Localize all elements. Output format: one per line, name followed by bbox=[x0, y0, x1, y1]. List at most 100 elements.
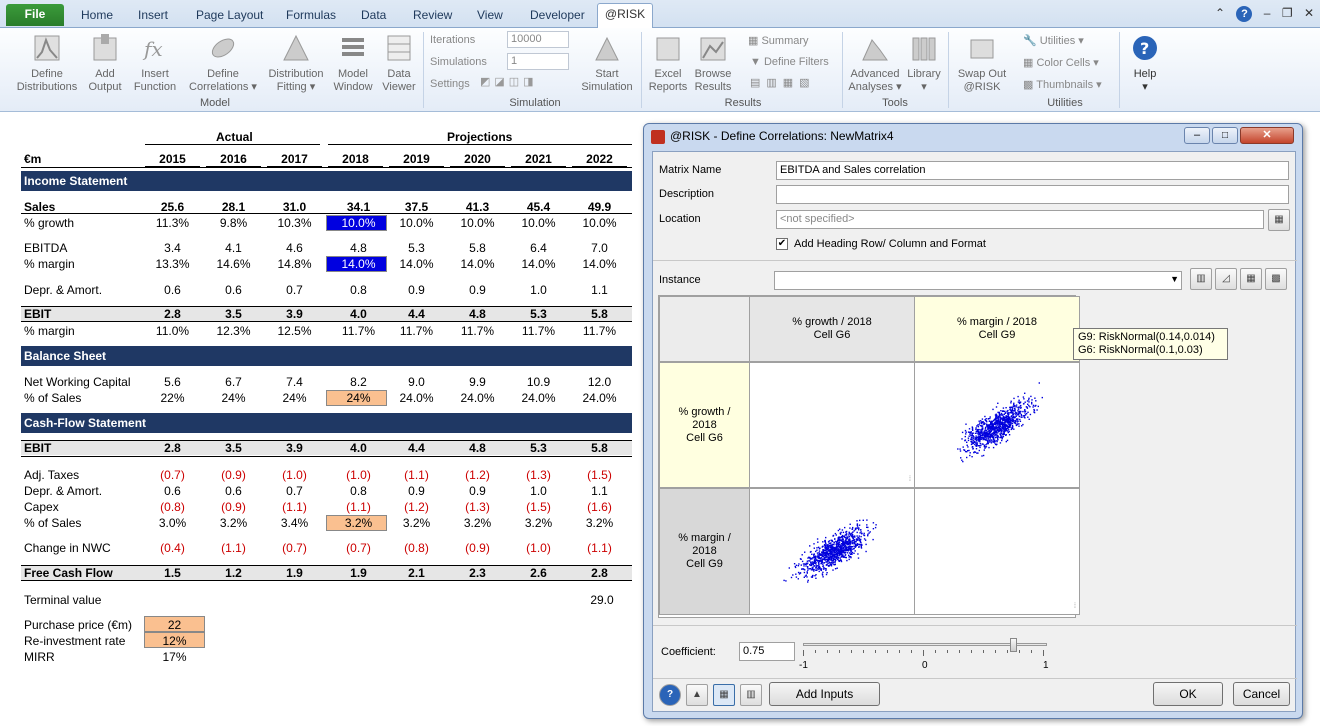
table-cell[interactable]: 5.3 bbox=[511, 441, 566, 455]
table-cell[interactable]: 14.8% bbox=[267, 257, 322, 271]
table-cell[interactable]: 24% bbox=[328, 391, 389, 405]
excel-reports-button[interactable]: Excel Reports bbox=[646, 32, 690, 94]
matrix-tool-icon-4[interactable]: ▩ bbox=[1265, 268, 1287, 290]
table-cell[interactable]: 1.9 bbox=[328, 566, 389, 580]
spreadsheet[interactable]: Actual Projections €m 2015 2016 2017 2018 20… bbox=[0, 113, 645, 726]
table-cell[interactable]: 37.5 bbox=[389, 200, 444, 214]
table-cell[interactable]: 4.4 bbox=[389, 441, 444, 455]
table-cell[interactable]: 10.0% bbox=[328, 216, 389, 230]
settings-icons[interactable]: ◩◪◫◨ bbox=[480, 75, 538, 88]
table-cell[interactable]: 2.6 bbox=[511, 566, 566, 580]
table-cell[interactable]: 0.7 bbox=[267, 283, 322, 297]
table-cell[interactable]: 2.3 bbox=[450, 566, 505, 580]
table-cell[interactable]: 3.5 bbox=[206, 307, 261, 321]
table-cell[interactable]: 5.6 bbox=[145, 375, 200, 389]
table-cell[interactable]: 11.7% bbox=[511, 324, 566, 338]
table-cell[interactable]: 3.2% bbox=[450, 516, 505, 530]
matrix-row-header-margin[interactable]: % margin /2018 Cell G9 bbox=[659, 488, 750, 615]
tab-file[interactable]: File bbox=[6, 4, 64, 26]
table-cell[interactable]: 5.8 bbox=[572, 441, 627, 455]
table-cell[interactable]: 0.6 bbox=[145, 283, 200, 297]
table-cell[interactable]: 6.4 bbox=[511, 241, 566, 255]
matrix-tool-icon-1[interactable]: ▥ bbox=[1190, 268, 1212, 290]
table-cell[interactable]: (0.7) bbox=[328, 541, 389, 555]
table-cell[interactable]: 14.0% bbox=[572, 257, 627, 271]
matrix-name-input[interactable]: EBITDA and Sales correlation bbox=[776, 161, 1289, 180]
table-cell[interactable]: 0.9 bbox=[389, 283, 444, 297]
table-cell[interactable]: 0.6 bbox=[206, 283, 261, 297]
table-cell[interactable]: 49.9 bbox=[572, 200, 627, 214]
table-cell[interactable]: (0.9) bbox=[450, 541, 505, 555]
table-cell[interactable]: 0.6 bbox=[206, 484, 261, 498]
matrix-cell-diagonal-2[interactable]: ⁞ bbox=[914, 488, 1080, 615]
close-icon[interactable]: ✕ bbox=[1304, 6, 1314, 20]
table-cell[interactable]: 2.8 bbox=[145, 307, 200, 321]
table-cell[interactable]: (0.8) bbox=[389, 541, 444, 555]
table-cell[interactable]: 4.4 bbox=[389, 307, 444, 321]
minimize-icon[interactable]: – bbox=[1264, 6, 1271, 20]
table-cell[interactable]: 5.8 bbox=[450, 241, 505, 255]
help-icon[interactable]: ? bbox=[659, 684, 681, 706]
color-cells-button[interactable]: ▦ Color Cells ▾ bbox=[1023, 56, 1099, 69]
table-cell[interactable]: 11.7% bbox=[389, 324, 444, 338]
define-filters-button[interactable]: ▼ Define Filters bbox=[750, 56, 829, 68]
table-cell[interactable]: 4.1 bbox=[206, 241, 261, 255]
graph-icon[interactable]: ▲ bbox=[686, 684, 708, 706]
tab-insert[interactable]: Insert bbox=[138, 5, 168, 27]
table-cell[interactable]: 25.6 bbox=[145, 200, 200, 214]
table-cell[interactable]: 10.0% bbox=[389, 216, 444, 230]
table-cell[interactable]: 2.1 bbox=[389, 566, 444, 580]
tab-review[interactable]: Review bbox=[413, 5, 452, 27]
table-cell[interactable]: 3.9 bbox=[267, 441, 322, 455]
define-correlations-button[interactable]: Define Correlations ▾ bbox=[186, 32, 260, 94]
table-cell[interactable]: (0.7) bbox=[145, 468, 200, 482]
browse-results-button[interactable]: Browse Results bbox=[691, 32, 735, 94]
table-cell[interactable]: 0.9 bbox=[389, 484, 444, 498]
tab-data[interactable]: Data bbox=[361, 5, 386, 27]
restore-icon[interactable]: ❐ bbox=[1282, 6, 1293, 20]
iterations-combo[interactable]: 10000 bbox=[507, 31, 569, 48]
table-cell[interactable]: 22% bbox=[145, 391, 200, 405]
table-cell[interactable]: 9.0 bbox=[389, 375, 444, 389]
table-cell[interactable]: 12.5% bbox=[267, 324, 322, 338]
table-cell[interactable]: (0.8) bbox=[145, 500, 200, 514]
table-cell[interactable]: 4.8 bbox=[450, 441, 505, 455]
table-cell[interactable]: 1.0 bbox=[511, 484, 566, 498]
table-cell[interactable]: 4.8 bbox=[450, 307, 505, 321]
help-icon[interactable]: ? bbox=[1236, 6, 1253, 22]
table-cell[interactable]: 6.7 bbox=[206, 375, 261, 389]
table-cell[interactable]: 3.4% bbox=[267, 516, 322, 530]
table-cell[interactable]: 1.9 bbox=[267, 566, 322, 580]
table-cell[interactable]: 0.6 bbox=[145, 484, 200, 498]
table-cell[interactable]: (1.5) bbox=[511, 500, 566, 514]
table-cell[interactable]: (1.3) bbox=[450, 500, 505, 514]
add-output-button[interactable]: Add Output bbox=[85, 32, 125, 94]
tab-formulas[interactable]: Formulas bbox=[286, 5, 336, 27]
table-cell[interactable]: 10.0% bbox=[511, 216, 566, 230]
utilities-button[interactable]: 🔧 Utilities ▾ bbox=[1023, 34, 1084, 47]
tab-page-layout[interactable]: Page Layout bbox=[196, 5, 263, 27]
table-cell[interactable]: 3.4 bbox=[145, 241, 200, 255]
table-cell[interactable]: 3.9 bbox=[267, 307, 322, 321]
table-cell[interactable]: 4.8 bbox=[328, 241, 389, 255]
slider-thumb[interactable] bbox=[1010, 638, 1017, 652]
table-cell[interactable]: 9.8% bbox=[206, 216, 261, 230]
start-simulation-button[interactable]: Start Simulation bbox=[578, 32, 636, 94]
matrix-tool-icon-3[interactable]: ▦ bbox=[1240, 268, 1262, 290]
table-cell[interactable]: 10.9 bbox=[511, 375, 566, 389]
define-distributions-button[interactable]: Define Distributions bbox=[12, 32, 82, 94]
add-heading-checkbox[interactable]: ✔ bbox=[776, 238, 788, 250]
table-cell[interactable]: 3.0% bbox=[145, 516, 200, 530]
table-cell[interactable]: (0.9) bbox=[206, 500, 261, 514]
matrix-col-header-growth[interactable]: % growth / 2018 Cell G6 bbox=[749, 296, 915, 362]
coefficient-input[interactable]: 0.75 bbox=[739, 642, 795, 661]
description-input[interactable] bbox=[776, 185, 1289, 204]
help-button[interactable]: ? Help ▾ bbox=[1125, 32, 1165, 94]
table-cell[interactable]: 11.7% bbox=[450, 324, 505, 338]
table-cell[interactable]: 31.0 bbox=[267, 200, 322, 214]
matrix-row-header-growth[interactable]: % growth /2018 Cell G6 bbox=[659, 362, 750, 488]
table-cell[interactable]: 1.1 bbox=[572, 283, 627, 297]
table-cell[interactable]: 4.6 bbox=[267, 241, 322, 255]
matrix-cell-scatter-lower[interactable] bbox=[749, 488, 915, 615]
table-cell[interactable]: 1.1 bbox=[572, 484, 627, 498]
